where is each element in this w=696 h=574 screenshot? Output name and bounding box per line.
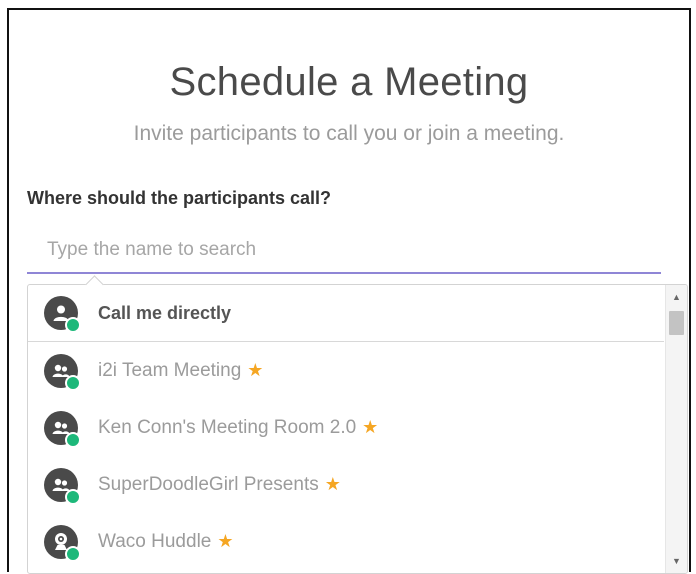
list-item-label: i2i Team Meeting [98, 359, 242, 381]
presence-online-icon [65, 374, 81, 391]
scroll-up-arrow-icon[interactable]: ▲ [666, 287, 687, 307]
page-title: Schedule a Meeting [169, 60, 529, 104]
group-icon [44, 467, 81, 505]
list-item-label: Call me directly [98, 302, 232, 323]
presence-online-icon [65, 545, 81, 562]
scroll-down-arrow-icon[interactable]: ▼ [666, 551, 687, 571]
list-item-waco-huddle[interactable]: Waco Huddle ★ [28, 513, 664, 570]
page-subtitle: Invite participants to call you or join … [133, 122, 565, 145]
list-item-label: Ken Conn's Meeting Room 2.0 [98, 416, 357, 438]
favorite-star-icon: ★ [324, 474, 341, 494]
group-icon [44, 353, 81, 391]
scrollbar-thumb[interactable] [669, 311, 684, 335]
participant-search-input[interactable] [27, 228, 661, 274]
favorite-star-icon: ★ [217, 531, 234, 551]
webcam-icon [44, 524, 81, 562]
search-results-dropdown: Call me directly i2i Team Meeting ★ Ken … [27, 284, 688, 574]
dialog: Schedule a Meeting Invite participants t… [7, 8, 691, 574]
list-item-label: Waco Huddle [98, 530, 212, 552]
presence-online-icon [65, 431, 81, 448]
presence-online-icon [65, 317, 81, 333]
presence-online-icon [65, 488, 81, 505]
favorite-star-icon: ★ [362, 417, 379, 437]
dropdown-scrollbar[interactable]: ▲ ▼ [665, 285, 687, 573]
list-item-ken-conns-meeting-room[interactable]: Ken Conn's Meeting Room 2.0 ★ [28, 399, 664, 456]
list-item-superdoodlegirl-presents[interactable]: SuperDoodleGirl Presents ★ [28, 456, 664, 513]
list-item-label: SuperDoodleGirl Presents [98, 473, 319, 495]
favorite-star-icon: ★ [247, 360, 264, 380]
person-icon [44, 296, 81, 333]
results-list: Call me directly i2i Team Meeting ★ Ken … [28, 285, 664, 570]
list-item-call-me-directly[interactable]: Call me directly [28, 285, 664, 342]
list-item-i2i-team-meeting[interactable]: i2i Team Meeting ★ [28, 342, 664, 399]
group-icon [44, 410, 81, 448]
call-location-label: Where should the participants call? [27, 188, 332, 208]
